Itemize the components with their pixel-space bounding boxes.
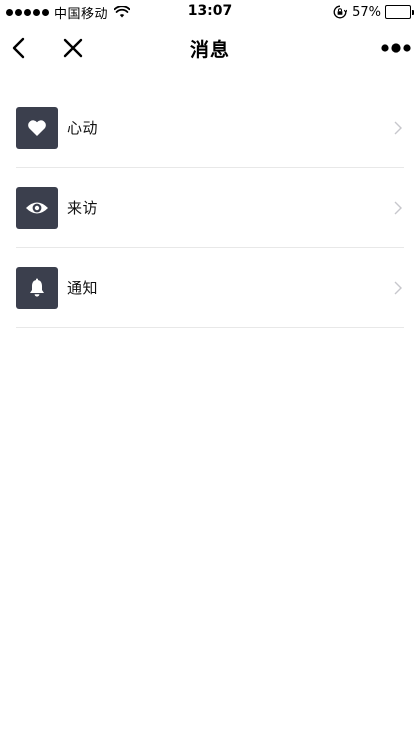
- chevron-right-icon: [394, 201, 402, 215]
- list-item-notifications[interactable]: 通知: [16, 248, 404, 328]
- page-title: 消息: [189, 39, 230, 61]
- message-list: 心动 来访 通知: [16, 88, 404, 328]
- more-button[interactable]: [378, 33, 414, 63]
- list-item-visitors[interactable]: 来访: [16, 168, 404, 248]
- list-item-heartbeat[interactable]: 心动: [16, 88, 404, 168]
- eye-icon: [16, 186, 58, 229]
- more-dots-icon: [381, 43, 411, 53]
- list-item-label: 通知: [67, 279, 99, 297]
- status-bar: 中国移动 13:07 57%: [0, 0, 420, 24]
- list-item-label: 来访: [67, 199, 99, 217]
- chevron-right-icon: [394, 281, 402, 295]
- chevron-right-icon: [394, 121, 402, 135]
- list-item-label: 心动: [67, 119, 99, 137]
- nav-bar: 消息: [0, 24, 420, 72]
- battery-percent: 57%: [352, 4, 381, 20]
- status-right: 57%: [333, 3, 414, 21]
- rotation-lock-icon: [333, 5, 348, 19]
- heart-icon: [16, 106, 58, 149]
- bell-icon: [16, 266, 58, 309]
- battery-icon: [385, 5, 414, 19]
